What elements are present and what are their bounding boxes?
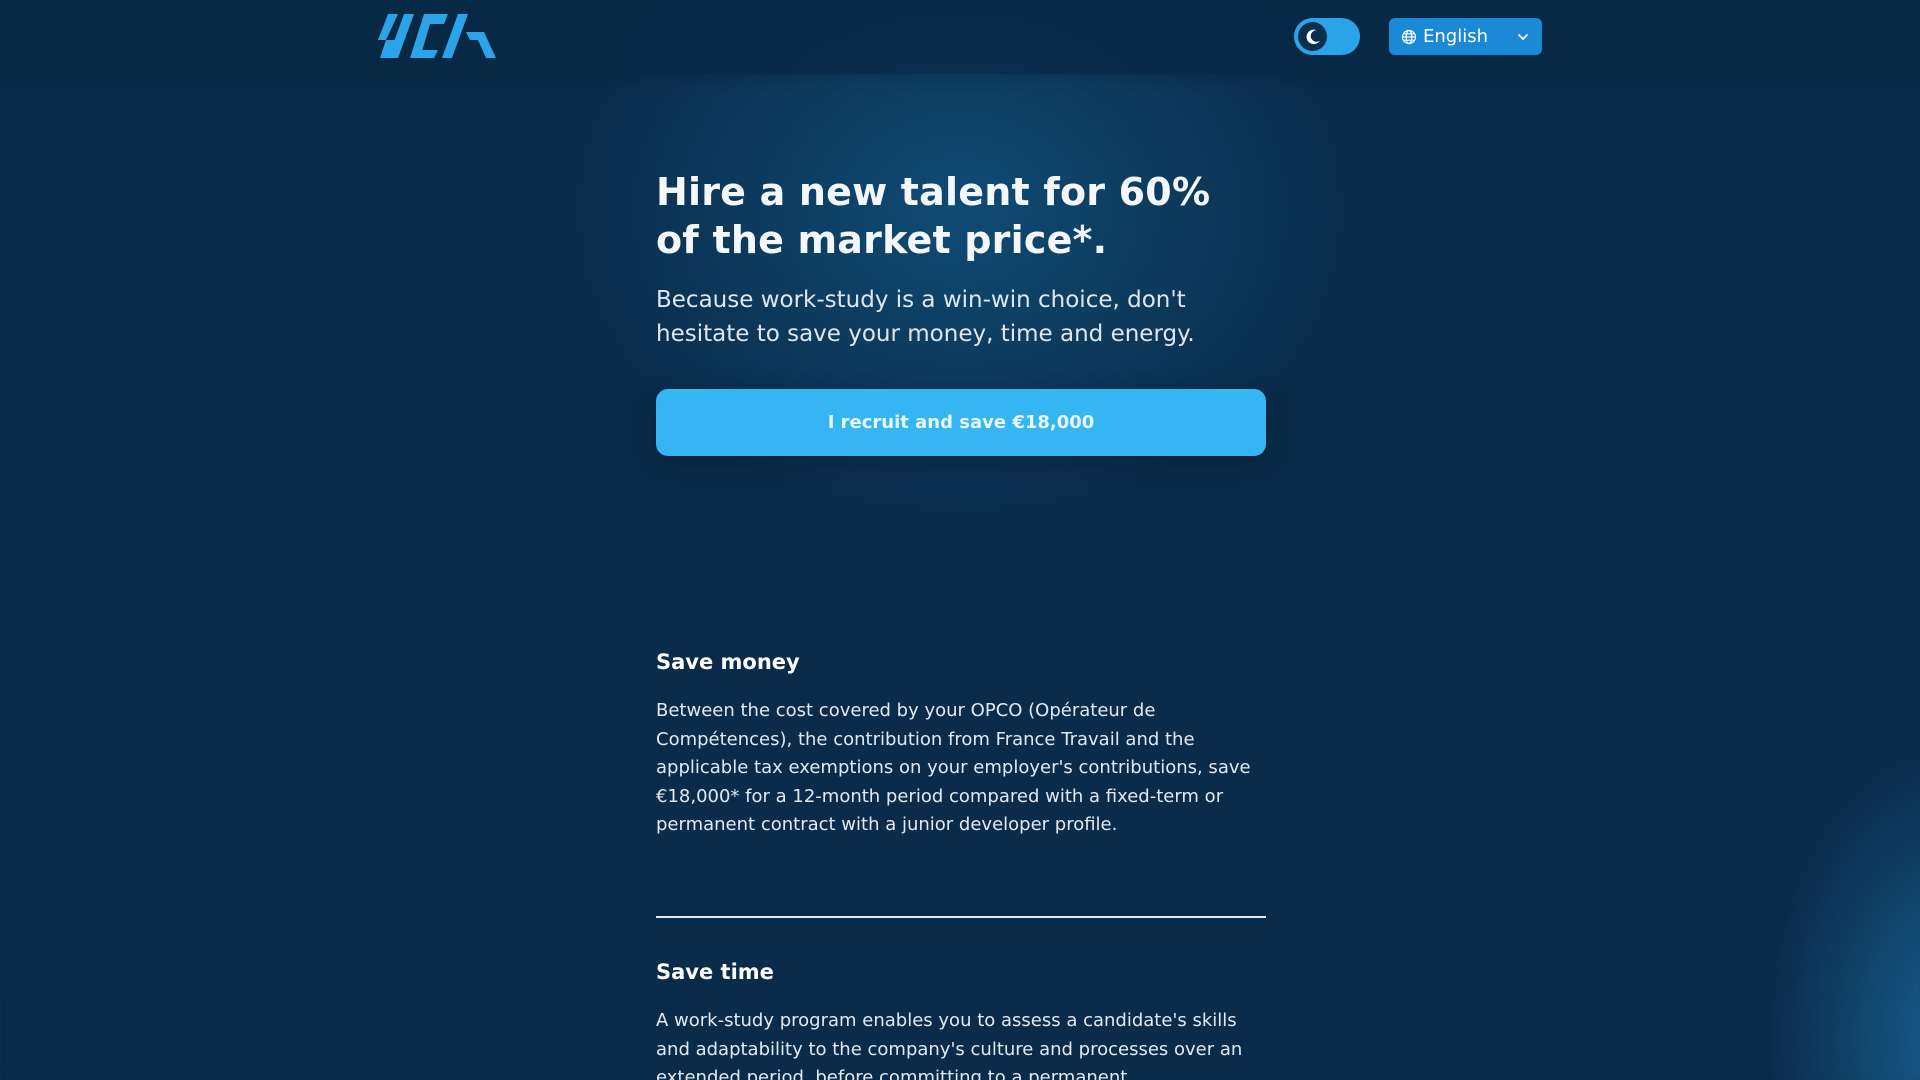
- hero-title: Hire a new talent for 60% of the market …: [656, 170, 1211, 262]
- section-divider: [656, 916, 1266, 918]
- theme-toggle[interactable]: [1294, 18, 1360, 55]
- language-select[interactable]: English: [1389, 18, 1542, 55]
- section-body-save-time: A work-study program enables you to asse…: [656, 1010, 1243, 1080]
- section-title-save-money: Save money: [656, 650, 800, 674]
- globe-icon: [1401, 29, 1417, 45]
- hero-subtitle: Because work-study is a win-win choice, …: [656, 287, 1195, 347]
- theme-toggle-knob: [1298, 22, 1327, 51]
- recruit-cta-button[interactable]: I recruit and save €18,000: [656, 389, 1266, 456]
- top-nav: English: [0, 0, 1920, 74]
- section-body-save-money: Between the cost covered by your OPCO (O…: [656, 700, 1251, 836]
- language-select-value: English: [1423, 26, 1488, 47]
- brand-logo[interactable]: [378, 10, 502, 64]
- section-title-save-time: Save time: [656, 960, 774, 984]
- moon-icon: [1304, 28, 1322, 46]
- chevron-down-icon: [1516, 30, 1530, 44]
